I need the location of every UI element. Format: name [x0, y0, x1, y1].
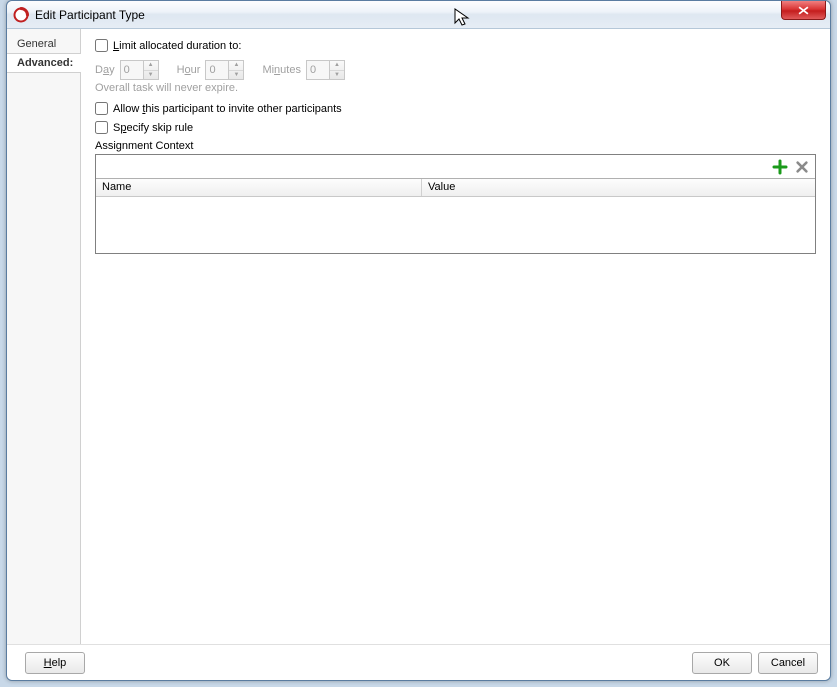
- chevron-down-icon[interactable]: ▼: [229, 71, 243, 80]
- assignment-toolbar: [96, 155, 815, 179]
- day-spinner: ▲▼: [120, 60, 159, 80]
- limit-duration-label: Limit allocated duration to:: [113, 40, 241, 52]
- allow-invite-label: Allow this participant to invite other p…: [113, 103, 342, 115]
- delete-x-icon: [795, 160, 809, 174]
- assignment-table-body[interactable]: [96, 197, 815, 253]
- dialog-footer: Help OK Cancel: [7, 644, 830, 680]
- dialog-window: Edit Participant Type General Advanced: …: [6, 0, 831, 681]
- col-value[interactable]: Value: [422, 179, 815, 196]
- titlebar[interactable]: Edit Participant Type: [7, 1, 830, 29]
- plus-icon: [772, 159, 788, 175]
- content-panel: Limit allocated duration to: Day ▲▼ Hour…: [81, 29, 830, 644]
- hour-label: Hour: [177, 64, 201, 76]
- expire-hint: Overall task will never expire.: [95, 82, 816, 94]
- col-name[interactable]: Name: [96, 179, 422, 196]
- skip-rule-checkbox[interactable]: [95, 121, 108, 134]
- limit-duration-row: Limit allocated duration to:: [95, 39, 816, 52]
- assignment-context-label: Assignment Context: [95, 140, 816, 152]
- hour-spinner: ▲▼: [205, 60, 244, 80]
- assignment-table-header: Name Value: [96, 179, 815, 197]
- tab-sidebar: General Advanced:: [7, 29, 81, 644]
- minutes-input[interactable]: [306, 60, 330, 80]
- ok-button[interactable]: OK: [692, 652, 752, 674]
- skip-rule-row: Specify skip rule: [95, 121, 816, 134]
- chevron-up-icon[interactable]: ▲: [229, 61, 243, 71]
- limit-duration-checkbox[interactable]: [95, 39, 108, 52]
- delete-button[interactable]: [793, 158, 811, 176]
- app-icon: [13, 7, 29, 23]
- help-button[interactable]: Help: [25, 652, 85, 674]
- chevron-down-icon[interactable]: ▼: [330, 71, 344, 80]
- minutes-spinner: ▲▼: [306, 60, 345, 80]
- chevron-up-icon[interactable]: ▲: [330, 61, 344, 71]
- add-button[interactable]: [771, 158, 789, 176]
- hour-input[interactable]: [205, 60, 229, 80]
- tab-general[interactable]: General: [7, 35, 80, 53]
- close-button[interactable]: [781, 1, 826, 20]
- day-spin-buttons[interactable]: ▲▼: [144, 60, 159, 80]
- minutes-spin-buttons[interactable]: ▲▼: [330, 60, 345, 80]
- allow-invite-checkbox[interactable]: [95, 102, 108, 115]
- tab-advanced[interactable]: Advanced:: [7, 53, 81, 73]
- duration-inputs: Day ▲▼ Hour ▲▼ Minutes ▲▼: [95, 60, 816, 80]
- dialog-body: General Advanced: Limit allocated durati…: [7, 29, 830, 644]
- day-label: Day: [95, 64, 115, 76]
- minutes-label: Minutes: [262, 64, 301, 76]
- cancel-button[interactable]: Cancel: [758, 652, 818, 674]
- window-title: Edit Participant Type: [35, 8, 145, 22]
- skip-rule-label: Specify skip rule: [113, 122, 193, 134]
- hour-spin-buttons[interactable]: ▲▼: [229, 60, 244, 80]
- day-input[interactable]: [120, 60, 144, 80]
- chevron-down-icon[interactable]: ▼: [144, 71, 158, 80]
- allow-invite-row: Allow this participant to invite other p…: [95, 102, 816, 115]
- chevron-up-icon[interactable]: ▲: [144, 61, 158, 71]
- assignment-context-box: Name Value: [95, 154, 816, 254]
